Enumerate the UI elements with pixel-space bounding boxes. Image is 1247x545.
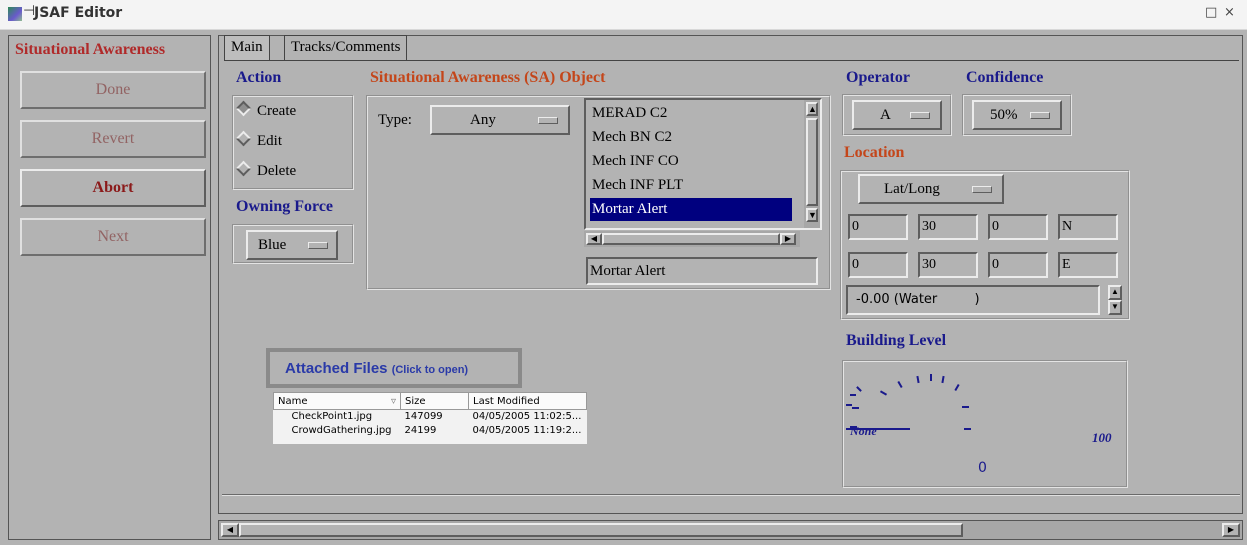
- sort-icon: ▿: [390, 395, 396, 407]
- action-label: Action: [236, 69, 282, 86]
- type-label: Type:: [378, 112, 412, 128]
- column-header-modified[interactable]: Last Modified: [468, 392, 587, 410]
- lat-hemisphere-field[interactable]: N: [1058, 214, 1118, 240]
- select-value: Lat/Long: [884, 181, 940, 197]
- radio-label: Edit: [257, 133, 282, 149]
- left-panel: [8, 35, 211, 540]
- tab-main[interactable]: Main: [224, 35, 270, 61]
- file-modified: 04/05/2005 11:19:2...: [472, 425, 582, 436]
- file-size: 147099: [404, 411, 443, 423]
- sa-object-name-field[interactable]: Mortar Alert: [586, 257, 818, 285]
- lat-minutes-field[interactable]: 30: [918, 214, 978, 240]
- table-row[interactable]: CrowdGathering.jpg 24199 04/05/2005 11:1…: [274, 424, 587, 438]
- location-label: Location: [844, 144, 905, 161]
- owning-force-label: Owning Force: [236, 198, 334, 215]
- column-header-name[interactable]: Name ▿: [273, 392, 401, 410]
- tab-divider: [224, 60, 1239, 61]
- file-name[interactable]: CrowdGathering.jpg: [274, 424, 401, 438]
- lon-minutes-field[interactable]: 30: [918, 252, 978, 278]
- attached-files-title-text: Attached Files: [285, 360, 388, 377]
- lon-seconds-field[interactable]: 0: [988, 252, 1048, 278]
- option-menu-icon: [538, 117, 558, 124]
- radio-off-icon: [235, 160, 252, 177]
- panel-heading: Situational Awareness: [15, 41, 166, 58]
- main-hscroll-thumb[interactable]: [239, 523, 963, 537]
- elevation-down-icon[interactable]: ▼: [1108, 300, 1122, 315]
- column-label: Name: [278, 395, 308, 407]
- select-value: Any: [470, 112, 496, 128]
- type-select[interactable]: Any: [430, 105, 570, 135]
- close-icon[interactable]: ×: [1224, 5, 1235, 20]
- done-button[interactable]: Done: [20, 71, 206, 109]
- file-name[interactable]: CheckPoint1.jpg: [274, 410, 401, 424]
- scroll-thumb[interactable]: [806, 118, 818, 206]
- radio-off-icon: [235, 130, 252, 147]
- lon-hemisphere-field[interactable]: E: [1058, 252, 1118, 278]
- lat-degrees-field[interactable]: 0: [848, 214, 908, 240]
- attached-files-title: Attached Files (Click to open): [285, 360, 468, 377]
- revert-button[interactable]: Revert: [20, 120, 206, 158]
- attached-files-hint: (Click to open): [391, 364, 469, 376]
- action-edit-radio[interactable]: Edit: [235, 130, 282, 150]
- confidence-label: Confidence: [966, 69, 1044, 86]
- app-icon: [8, 7, 22, 21]
- attached-files-table: Name ▿ Size Last Modified CheckPoint1.jpg…: [273, 392, 587, 438]
- select-value: A: [880, 107, 891, 123]
- scroll-down-icon[interactable]: ▼: [806, 208, 818, 222]
- select-value: Blue: [258, 237, 287, 253]
- location-format-select[interactable]: Lat/Long: [858, 174, 1004, 204]
- scroll-left-icon[interactable]: ◀: [221, 523, 239, 537]
- scroll-up-icon[interactable]: ▲: [806, 102, 818, 116]
- bottom-separator: [222, 494, 1240, 496]
- action-create-radio[interactable]: Create: [235, 100, 297, 120]
- hscroll-thumb[interactable]: [602, 233, 780, 245]
- operator-label: Operator: [846, 69, 910, 86]
- operator-select[interactable]: A: [852, 100, 942, 130]
- tab-tracks-comments[interactable]: Tracks/Comments: [284, 35, 408, 61]
- owning-force-select[interactable]: Blue: [246, 230, 338, 260]
- column-header-size[interactable]: Size: [400, 392, 469, 410]
- file-size: 24199: [404, 425, 437, 436]
- scroll-left-icon[interactable]: ◀: [586, 233, 602, 245]
- attached-files-table-wrap: Name ▿ Size Last Modified CheckPoint1.jpg…: [273, 392, 587, 444]
- list-item[interactable]: Mech BN C2: [590, 126, 792, 149]
- elevation-up-icon[interactable]: ▲: [1108, 285, 1122, 300]
- lat-seconds-field[interactable]: 0: [988, 214, 1048, 240]
- sa-object-label: Situational Awareness (SA) Object: [370, 69, 606, 86]
- dial-max-label: 100: [1092, 430, 1112, 445]
- confidence-select[interactable]: 50%: [972, 100, 1062, 130]
- dial-min-label: None: [850, 424, 877, 438]
- building-level-label: Building Level: [846, 332, 947, 349]
- abort-button[interactable]: Abort: [20, 169, 206, 207]
- window-title: JSAF Editor: [34, 5, 123, 21]
- list-item-selected[interactable]: Mortar Alert: [590, 198, 792, 221]
- elevation-field[interactable]: -0.00 (Water ): [846, 285, 1100, 315]
- list-item[interactable]: MERAD C2: [590, 102, 792, 125]
- option-menu-icon: [1030, 112, 1050, 119]
- scroll-right-icon[interactable]: ▶: [1222, 523, 1240, 537]
- window-titlebar: ⊣ JSAF Editor □ ×: [0, 0, 1247, 30]
- radio-on-icon: [235, 100, 252, 117]
- dial-value: 0: [978, 460, 987, 476]
- select-value: 50%: [990, 107, 1018, 123]
- list-item[interactable]: Mech INF PLT: [590, 174, 792, 197]
- next-button[interactable]: Next: [20, 218, 206, 256]
- radio-label: Create: [257, 103, 297, 119]
- file-modified: 04/05/2005 11:02:5...: [472, 411, 582, 423]
- action-delete-radio[interactable]: Delete: [235, 160, 297, 180]
- list-item[interactable]: Mech INF CO: [590, 150, 792, 173]
- scroll-right-icon[interactable]: ▶: [780, 233, 796, 245]
- maximize-icon[interactable]: □: [1205, 5, 1217, 20]
- option-menu-icon: [972, 186, 992, 193]
- option-menu-icon: [308, 242, 328, 249]
- table-row[interactable]: CheckPoint1.jpg 147099 04/05/2005 11:02:…: [274, 410, 587, 424]
- lon-degrees-field[interactable]: 0: [848, 252, 908, 278]
- option-menu-icon: [910, 112, 930, 119]
- radio-label: Delete: [257, 163, 297, 179]
